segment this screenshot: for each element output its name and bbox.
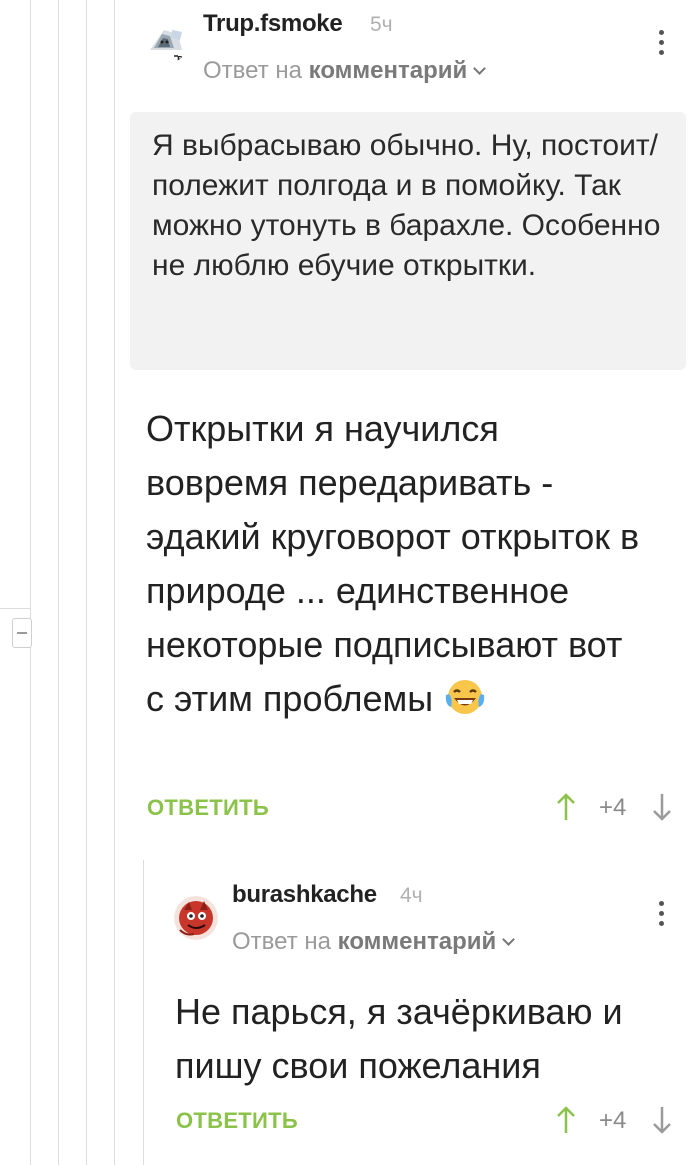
upvote-button[interactable] — [555, 1105, 577, 1135]
avatar[interactable]: B — [144, 20, 188, 64]
avatar-cat-icon: B — [144, 20, 188, 64]
arrow-up-icon — [557, 793, 575, 820]
more-options-button[interactable] — [656, 901, 666, 931]
collapse-minus-icon — [17, 632, 27, 634]
score: +4 — [599, 794, 627, 821]
thread-line-2 — [58, 0, 59, 1165]
reply-to-prefix: Ответ на — [232, 928, 331, 955]
chevron-down-icon — [473, 62, 487, 75]
reply-to-link[interactable]: Ответ на комментарий — [232, 928, 516, 956]
reply-to-link[interactable]: Ответ на комментарий — [203, 57, 487, 85]
thread-line-5 — [143, 860, 144, 1165]
vote-controls: +4 — [555, 1105, 675, 1135]
reply-to-target: комментарий — [337, 928, 497, 955]
comment-body: Открытки я научился вовремя передаривать… — [146, 408, 640, 719]
thread-line-1 — [30, 0, 31, 1165]
username[interactable]: Trup.fsmoke — [203, 10, 343, 38]
avatar-creature-icon — [174, 896, 218, 940]
arrow-down-icon — [653, 1107, 671, 1134]
comment-time: 5ч — [370, 13, 393, 36]
more-options-button[interactable] — [656, 30, 666, 60]
thread-line-4 — [114, 0, 115, 1165]
thread-line-3 — [86, 0, 87, 1165]
reply-button[interactable]: ОТВЕТИТЬ — [147, 795, 269, 821]
thread-branch — [0, 608, 30, 609]
collapse-thread-button[interactable] — [12, 618, 32, 648]
laughing-tears-emoji-icon — [445, 680, 485, 714]
svg-text:B: B — [177, 55, 183, 64]
username[interactable]: burashkache — [232, 881, 377, 909]
reply-button[interactable]: ОТВЕТИТЬ — [176, 1108, 298, 1134]
chevron-down-icon — [502, 933, 516, 946]
avatar[interactable] — [174, 896, 218, 940]
score: +4 — [599, 1107, 627, 1134]
arrow-down-icon — [653, 794, 671, 821]
quoted-comment: Я выбрасываю обычно. Ну, постоит/полежит… — [130, 112, 686, 370]
vote-controls: +4 — [555, 792, 675, 822]
upvote-button[interactable] — [555, 792, 577, 822]
comment-body: Не парься, я зачёркиваю и пишу свои поже… — [175, 991, 623, 1086]
reply-to-prefix: Ответ на — [203, 57, 302, 84]
downvote-button[interactable] — [651, 1105, 673, 1135]
comment-time: 4ч — [400, 884, 423, 907]
reply-to-target: комментарий — [308, 57, 468, 84]
downvote-button[interactable] — [651, 792, 673, 822]
arrow-up-icon — [557, 1106, 575, 1133]
